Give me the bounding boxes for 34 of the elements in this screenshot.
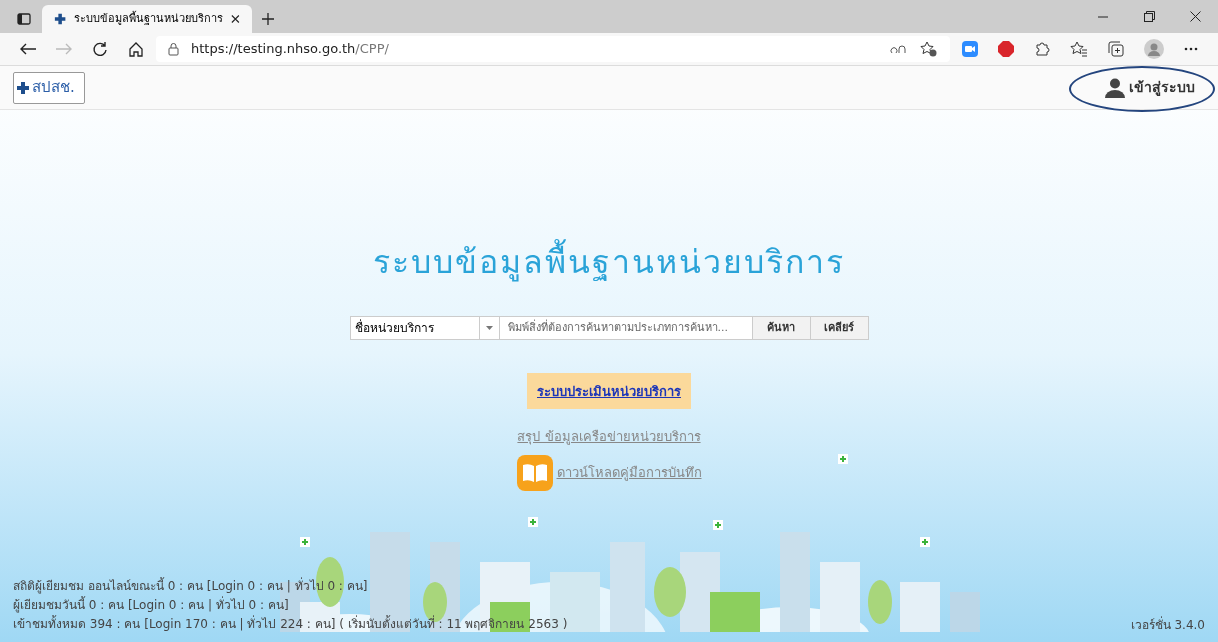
version-text: เวอร์ชั่น 3.4.0 — [1130, 616, 1205, 634]
new-tab-icon[interactable] — [261, 12, 275, 26]
stop-sign-icon[interactable] — [998, 41, 1014, 57]
visitor-stats-text: ผู้เยียมชมวันนี้ 0 : คน [Login 0 : คน | ทั่วไป 0 : คน] — [13, 596, 290, 615]
puzzle-icon[interactable] — [1034, 41, 1050, 57]
more-icon[interactable] — [1184, 47, 1198, 51]
login-link[interactable]: เข้าสู่ระบบ — [1105, 77, 1195, 98]
add-favorite-icon[interactable] — [920, 41, 938, 57]
logo-icon — [54, 12, 67, 26]
clear-button[interactable]: เคลียร์ — [810, 316, 869, 340]
search-field[interactable]: พิมพ์สิ่งที่ต้องการค้นหาตามประเภทการค้นหา... — [499, 316, 753, 340]
minimize-icon[interactable] — [1098, 15, 1108, 18]
profile-avatar-icon[interactable] — [1144, 39, 1164, 59]
lock-icon — [168, 42, 179, 56]
user-icon — [1105, 77, 1125, 98]
tab-actions-icon[interactable] — [17, 13, 31, 25]
book-icon — [516, 454, 553, 491]
close-icon[interactable] — [1189, 11, 1201, 22]
cross-icon — [16, 80, 30, 95]
logo-text: สปสช. — [32, 80, 75, 95]
caret-icon — [485, 326, 493, 330]
restore-icon[interactable] — [1143, 11, 1155, 22]
collections-icon[interactable] — [1108, 41, 1124, 57]
logo[interactable]: สปสช. — [13, 71, 85, 104]
address-bar[interactable]: https://testing.nhso.go.th/CPP/ — [156, 36, 950, 62]
video-camera-icon[interactable] — [962, 41, 978, 57]
tab-title: ระบบข้อมูลพื้นฐานหน่วยบริการ — [74, 10, 224, 27]
url-text: https://testing.nhso.go.th/CPP/ — [191, 40, 390, 59]
browser-tab[interactable]: ระบบข้อมูลพื้นฐานหน่วยบริการ — [42, 5, 252, 33]
page-title: ระบบข้อมูลพื้นฐานหน่วยบริการ — [373, 238, 845, 286]
category-dropdown[interactable]: ชื่อหน่วยบริการ — [349, 316, 500, 340]
close-icon[interactable] — [231, 14, 240, 24]
search-button[interactable]: ค้นหา — [752, 316, 811, 340]
favorites-icon[interactable] — [1070, 41, 1088, 57]
